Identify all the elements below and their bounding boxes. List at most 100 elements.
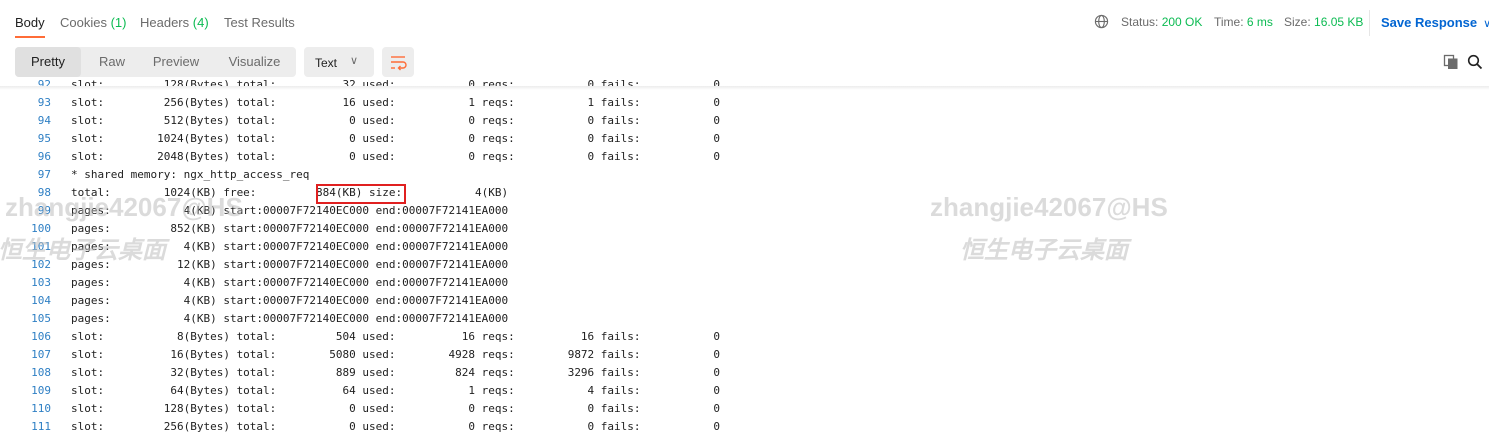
code-line: 96 slot: 2048(Bytes) total: 0 used: 0 req…	[0, 148, 720, 166]
time-value: 6 ms	[1246, 15, 1273, 29]
line-text: * shared memory: ngx_http_access_req	[71, 168, 310, 181]
line-number: 108	[31, 366, 51, 379]
code-line: 97 * shared memory: ngx_http_access_req	[0, 166, 310, 184]
tab-body-label: Body	[15, 15, 45, 30]
line-number: 107	[31, 348, 51, 361]
response-tab-bar: Body Cookies (1) Headers (4) Test Result…	[0, 0, 1489, 40]
line-number: 101	[31, 240, 51, 253]
code-line: 101 pages: 4(KB) start:00007F72140EC000 e…	[0, 238, 508, 256]
size-value: 16.05 KB	[1314, 15, 1364, 29]
line-number: 104	[31, 294, 51, 307]
code-line: 98 total: 1024(KB) free: 884(KB) size: 4(…	[0, 184, 508, 202]
code-line: 106 slot: 8(Bytes) total: 504 used: 16 re…	[0, 328, 720, 346]
line-number: 93	[37, 96, 51, 109]
line-text: pages: 4(KB) start:00007F72140EC000 end:…	[71, 312, 509, 325]
view-mode-segmented-control: Pretty Raw Preview Visualize	[15, 47, 296, 77]
line-text: slot: 128(Bytes) total: 0 used: 0 reqs: …	[71, 402, 721, 415]
line-text: pages: 4(KB) start:00007F72140EC000 end:…	[71, 294, 509, 307]
line-text: slot: 1024(Bytes) total: 0 used: 0 reqs:…	[71, 132, 721, 145]
tab-cookies-label: Cookies	[60, 15, 107, 30]
line-text: pages: 4(KB) start:00007F72140EC000 end:…	[71, 276, 509, 289]
code-line: 104 pages: 4(KB) start:00007F72140EC000 e…	[0, 292, 508, 310]
code-line: 111 slot: 256(Bytes) total: 0 used: 0 req…	[0, 418, 720, 436]
line-text: slot: 64(Bytes) total: 64 used: 1 reqs: …	[71, 384, 721, 397]
save-response-button[interactable]: Save Response ∨	[1381, 15, 1489, 30]
line-number: 99	[37, 204, 51, 217]
time-indicator[interactable]: Time: 6 ms	[1214, 15, 1273, 29]
code-line: 108 slot: 32(Bytes) total: 889 used: 824 …	[0, 364, 720, 382]
line-number: 96	[37, 150, 51, 163]
line-number: 100	[31, 222, 51, 235]
toolbar-shadow	[0, 86, 1489, 90]
line-text: slot: 16(Bytes) total: 5080 used: 4928 r…	[71, 348, 721, 361]
line-text: total: 1024(KB) free: 884(KB) size: 4(KB…	[71, 186, 509, 199]
annotation-highlight-box	[316, 184, 406, 204]
globe-icon[interactable]	[1094, 14, 1109, 29]
view-visualize-button[interactable]: Visualize	[213, 47, 296, 77]
format-select-value: Text	[315, 56, 338, 70]
line-number: 94	[37, 114, 51, 127]
line-text: slot: 8(Bytes) total: 504 used: 16 reqs:…	[71, 330, 721, 343]
line-number: 106	[31, 330, 51, 343]
search-icon[interactable]	[1467, 54, 1483, 70]
response-body-viewer[interactable]: 92 slot: 128(Bytes) total: 32 used: 0 req…	[0, 76, 1489, 442]
view-pretty-button[interactable]: Pretty	[15, 47, 81, 77]
line-text: slot: 256(Bytes) total: 16 used: 1 reqs:…	[71, 96, 721, 109]
line-text: slot: 512(Bytes) total: 0 used: 0 reqs: …	[71, 114, 721, 127]
line-number: 102	[31, 258, 51, 271]
tab-body[interactable]: Body	[15, 15, 45, 30]
view-preview-button[interactable]: Preview	[143, 47, 209, 77]
time-label: Time:	[1214, 15, 1244, 29]
tab-test-results-label: Test Results	[224, 15, 295, 30]
line-number: 111	[31, 420, 51, 433]
tab-test-results[interactable]: Test Results	[224, 15, 295, 30]
line-text: pages: 4(KB) start:00007F72140EC000 end:…	[71, 204, 509, 217]
code-line: 105 pages: 4(KB) start:00007F72140EC000 e…	[0, 310, 508, 328]
line-text: slot: 32(Bytes) total: 889 used: 824 req…	[71, 366, 721, 379]
tab-cookies[interactable]: Cookies (1)	[60, 15, 126, 30]
code-line: 100 pages: 852(KB) start:00007F72140EC000…	[0, 220, 508, 238]
line-number: 98	[37, 186, 51, 199]
line-text: pages: 4(KB) start:00007F72140EC000 end:…	[71, 240, 509, 253]
tab-headers[interactable]: Headers (4)	[140, 15, 209, 30]
status-label: Status:	[1121, 15, 1159, 29]
code-line: 107 slot: 16(Bytes) total: 5080 used: 492…	[0, 346, 720, 364]
code-line: 110 slot: 128(Bytes) total: 0 used: 0 req…	[0, 400, 720, 418]
code-line: 109 slot: 64(Bytes) total: 64 used: 1 req…	[0, 382, 720, 400]
view-raw-button[interactable]: Raw	[81, 47, 143, 77]
format-select[interactable]: Text ∨	[304, 47, 374, 77]
line-number: 103	[31, 276, 51, 289]
save-response-label: Save Response	[1381, 15, 1478, 30]
status-value: 200 OK	[1161, 15, 1203, 29]
wrap-lines-icon	[391, 56, 407, 71]
line-number: 97	[37, 168, 51, 181]
status-indicator[interactable]: Status: 200 OK	[1121, 15, 1202, 29]
chevron-down-icon: ∨	[350, 55, 359, 67]
code-line: 94 slot: 512(Bytes) total: 0 used: 0 reqs…	[0, 112, 720, 130]
wrap-lines-button[interactable]	[382, 47, 414, 77]
code-line: 99 pages: 4(KB) start:00007F72140EC000 en…	[0, 202, 508, 220]
line-number: 105	[31, 312, 51, 325]
code-line: 95 slot: 1024(Bytes) total: 0 used: 0 req…	[0, 130, 720, 148]
line-number: 92	[37, 78, 51, 91]
copy-icon[interactable]	[1443, 54, 1459, 70]
code-line: 102 pages: 12(KB) start:00007F72140EC000 …	[0, 256, 508, 274]
size-label: Size:	[1284, 15, 1311, 29]
line-number: 110	[31, 402, 51, 415]
line-text: slot: 128(Bytes) total: 32 used: 0 reqs:…	[71, 78, 721, 91]
divider	[1369, 10, 1370, 36]
active-tab-indicator	[15, 36, 45, 38]
code-line: 92 slot: 128(Bytes) total: 32 used: 0 req…	[0, 76, 720, 94]
line-number: 109	[31, 384, 51, 397]
line-text: pages: 852(KB) start:00007F72140EC000 en…	[71, 222, 509, 235]
tab-headers-count: (4)	[192, 15, 209, 30]
line-number: 95	[37, 132, 51, 145]
tab-cookies-count: (1)	[110, 15, 127, 30]
line-text: pages: 12(KB) start:00007F72140EC000 end…	[71, 258, 509, 271]
line-text: slot: 2048(Bytes) total: 0 used: 0 reqs:…	[71, 150, 721, 163]
size-indicator[interactable]: Size: 16.05 KB	[1284, 15, 1363, 29]
tab-headers-label: Headers	[140, 15, 190, 30]
code-line: 103 pages: 4(KB) start:00007F72140EC000 e…	[0, 274, 508, 292]
code-line: 93 slot: 256(Bytes) total: 16 used: 1 req…	[0, 94, 720, 112]
chevron-down-icon: ∨	[1483, 18, 1489, 30]
